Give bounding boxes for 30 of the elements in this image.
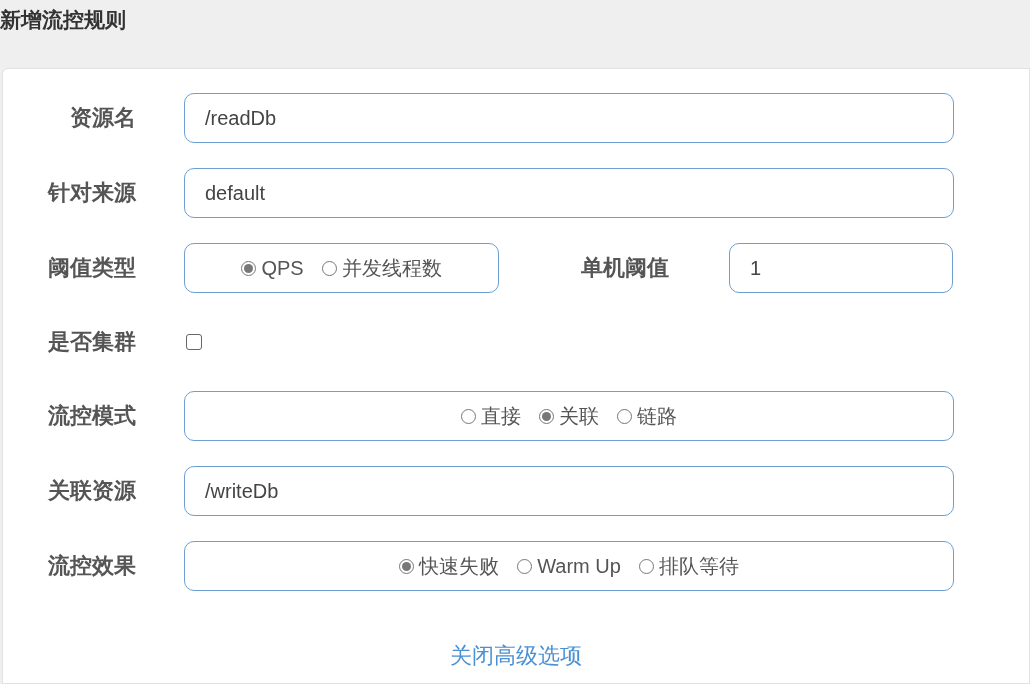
option-label: 关联 bbox=[559, 403, 599, 429]
radio-option[interactable]: 链路 bbox=[617, 402, 677, 430]
input-field[interactable]: /writeDb bbox=[184, 466, 954, 516]
field-label: 流控模式 bbox=[47, 402, 136, 430]
field-label: 单机阈值 bbox=[581, 254, 670, 282]
option-label: 排队等待 bbox=[658, 553, 739, 579]
radio-option[interactable]: 排队等待 bbox=[638, 552, 739, 580]
field-label: 是否集群 bbox=[47, 328, 136, 356]
field-label: 关联资源 bbox=[47, 477, 136, 505]
option-label: 快速失败 bbox=[419, 553, 500, 579]
field-label: 流控效果 bbox=[47, 552, 136, 580]
dialog-title: 新增流控规则 bbox=[0, 7, 126, 33]
input-field[interactable]: 1 bbox=[729, 243, 953, 293]
checkbox[interactable] bbox=[186, 334, 202, 350]
option-label: Warm Up bbox=[537, 554, 621, 578]
radio-option[interactable]: 快速失败 bbox=[399, 552, 500, 580]
option-label: 直接 bbox=[481, 403, 521, 429]
radio-option[interactable]: QPS bbox=[241, 256, 304, 280]
radio-option[interactable]: 直接 bbox=[461, 402, 521, 430]
field-label: 阈值类型 bbox=[47, 254, 136, 282]
option-label: QPS bbox=[261, 256, 304, 280]
radio-option[interactable]: 并发线程数 bbox=[321, 254, 442, 282]
option-label: 链路 bbox=[637, 403, 677, 429]
field-label: 资源名 bbox=[69, 104, 136, 132]
input-field[interactable]: /readDb bbox=[184, 93, 954, 143]
radio-option[interactable]: Warm Up bbox=[517, 554, 621, 578]
field-label: 针对来源 bbox=[46, 179, 136, 207]
option-label: 并发线程数 bbox=[341, 255, 442, 281]
radio-option[interactable]: 关联 bbox=[539, 402, 599, 430]
input-field[interactable]: default bbox=[184, 168, 954, 218]
